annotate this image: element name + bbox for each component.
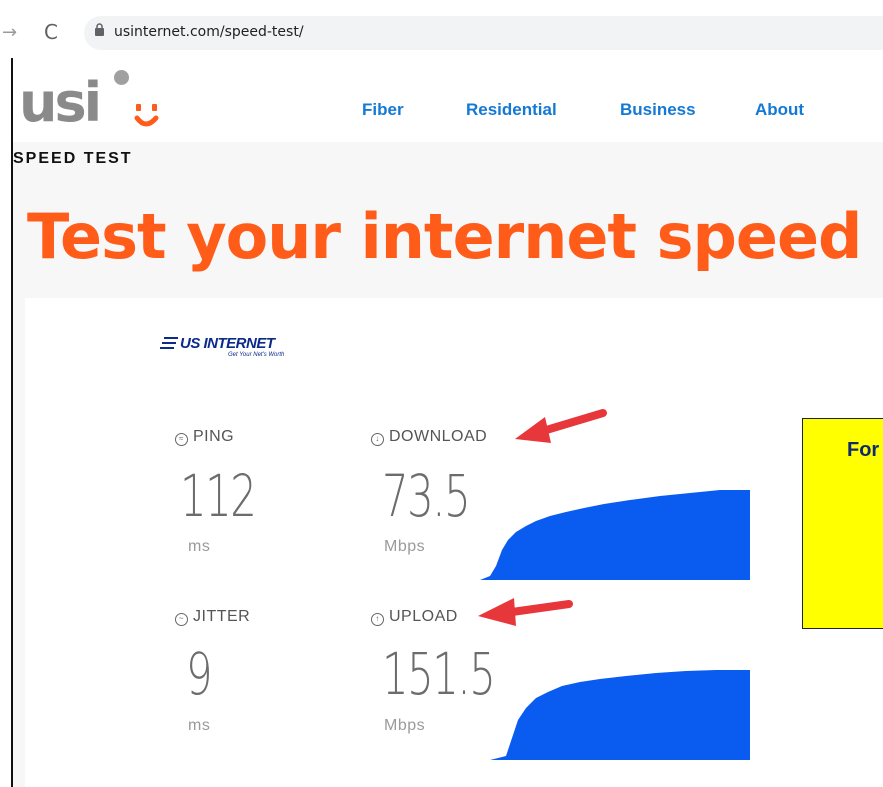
jitter-value: 9 xyxy=(186,640,213,708)
nav-residential[interactable]: Residential xyxy=(466,100,557,120)
jitter-unit: ms xyxy=(188,717,211,734)
lock-icon xyxy=(94,23,105,39)
us-internet-logo: US INTERNET xyxy=(180,335,275,352)
smile-icon xyxy=(134,104,159,127)
download-arrow-icon xyxy=(515,409,607,443)
page-title: Test your internet speed xyxy=(27,200,862,273)
download-graph xyxy=(480,490,750,580)
logo-dot-icon xyxy=(114,70,129,85)
jitter-label: ~ JITTER xyxy=(175,608,250,626)
upload-arrow-icon xyxy=(478,598,573,626)
nav-business[interactable]: Business xyxy=(620,100,696,120)
download-icon: ↓ xyxy=(371,433,384,446)
download-value: 73.5 xyxy=(382,462,471,530)
download-unit: Mbps xyxy=(384,538,426,555)
speed-test-panel xyxy=(13,298,883,787)
ping-label: ≈ PING xyxy=(175,428,234,446)
forward-icon[interactable]: → xyxy=(2,22,17,43)
upload-graph xyxy=(490,670,750,760)
ping-unit: ms xyxy=(188,538,211,555)
upload-value: 151.5 xyxy=(382,640,496,708)
browser-toolbar: → C usinternet.com/speed-test/ xyxy=(0,0,883,58)
site-header: usi Fiber Residential Business About xyxy=(13,58,883,142)
callout-text: For xyxy=(847,439,880,461)
address-bar[interactable]: usinternet.com/speed-test/ xyxy=(84,16,883,50)
download-label: ↓ DOWNLOAD xyxy=(371,428,487,446)
annotation-callout: For xyxy=(802,418,883,629)
url-text[interactable]: usinternet.com/speed-test/ xyxy=(114,24,304,40)
speed-test-label: SPEED TEST xyxy=(13,150,133,167)
jitter-icon: ~ xyxy=(175,613,188,626)
brand-lines-icon xyxy=(160,337,178,349)
ping-value: 112 xyxy=(180,462,257,530)
upload-label: ↑ UPLOAD xyxy=(371,608,458,626)
logo-text: usi xyxy=(19,71,102,134)
usi-logo[interactable]: usi xyxy=(19,68,159,140)
ping-icon: ≈ xyxy=(175,433,188,446)
nav-about[interactable]: About xyxy=(755,100,804,120)
nav-fiber[interactable]: Fiber xyxy=(362,100,404,120)
upload-unit: Mbps xyxy=(384,717,426,734)
us-internet-tagline: Get Your Net's Worth xyxy=(228,352,285,358)
subhead-bar: SPEED TEST xyxy=(13,142,883,192)
hero-section: Test your internet speed xyxy=(13,192,883,298)
speed-test-widget xyxy=(25,298,883,787)
upload-icon: ↑ xyxy=(371,613,384,626)
reload-icon[interactable]: C xyxy=(44,20,58,44)
